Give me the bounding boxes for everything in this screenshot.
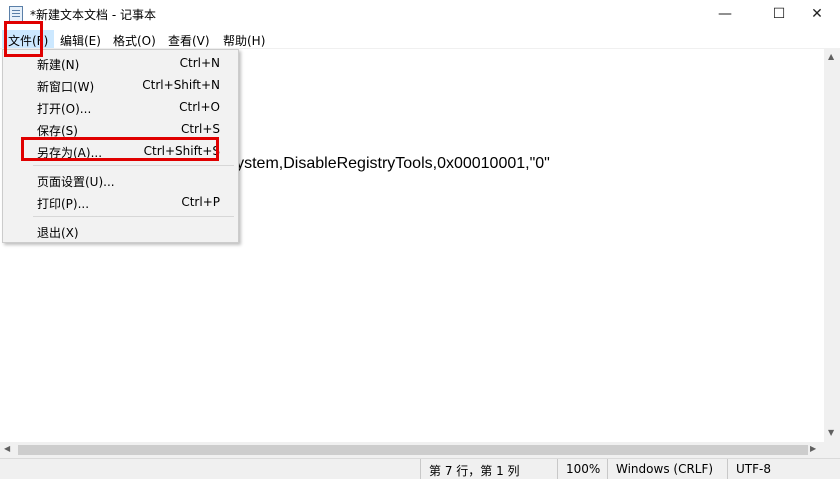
status-line-ending: Windows (CRLF) xyxy=(607,459,727,479)
horizontal-scroll-thumb[interactable] xyxy=(18,445,808,455)
menu-item-label: 退出(X) xyxy=(37,226,79,240)
menu-item-new-window[interactable]: 新窗口(W) Ctrl+Shift+N xyxy=(5,74,236,96)
menu-item-label: 新窗口(W) xyxy=(37,80,95,94)
menu-item-shortcut: Ctrl+S xyxy=(180,122,220,136)
menu-item-exit[interactable]: 退出(X) xyxy=(5,220,236,242)
close-button[interactable]: ✕ xyxy=(794,0,840,28)
menu-item-label: 打印(P)... xyxy=(37,197,90,211)
menu-help[interactable]: 帮助(H) xyxy=(217,30,271,48)
menu-item-open[interactable]: 打开(O)... Ctrl+O xyxy=(5,96,236,118)
menu-item-print[interactable]: 打印(P)... Ctrl+P xyxy=(5,191,236,213)
menu-view[interactable]: 查看(V) xyxy=(162,30,216,48)
status-zoom: 100% xyxy=(557,459,607,479)
menu-bar: 文件(F) 编辑(E) 格式(O) 查看(V) 帮助(H) xyxy=(0,28,840,48)
menu-item-shortcut: Ctrl+N xyxy=(179,56,220,70)
menu-format[interactable]: 格式(O) xyxy=(107,30,162,48)
highlight-file-menu xyxy=(4,21,43,57)
notepad-icon xyxy=(9,6,23,22)
status-encoding: UTF-8 xyxy=(727,459,840,479)
menu-item-shortcut: Ctrl+O xyxy=(179,100,220,114)
menu-item-shortcut: Ctrl+Shift+N xyxy=(142,78,220,92)
title-bar: *新建文本文档 - 记事本 — ☐ ✕ xyxy=(0,0,840,28)
minimize-button[interactable]: — xyxy=(702,0,748,28)
status-bar: 第 7 行，第 1 列 100% Windows (CRLF) UTF-8 xyxy=(0,458,840,479)
vertical-scrollbar[interactable]: ▲ ▼ xyxy=(824,48,840,442)
menu-item-label: 新建(N) xyxy=(37,58,80,72)
menu-edit[interactable]: 编辑(E) xyxy=(54,30,107,48)
scrollbar-corner xyxy=(824,442,840,458)
menu-item-page-setup[interactable]: 页面设置(U)... xyxy=(5,169,236,191)
horizontal-scrollbar[interactable]: ◀ ▶ xyxy=(0,442,824,458)
scroll-down-icon[interactable]: ▼ xyxy=(828,428,834,437)
scroll-up-icon[interactable]: ▲ xyxy=(828,52,834,61)
menu-item-label: 页面设置(U)... xyxy=(37,175,115,189)
highlight-save-as xyxy=(21,137,219,161)
menu-separator xyxy=(33,216,234,217)
scroll-right-icon[interactable]: ▶ xyxy=(810,444,816,453)
status-cursor-position: 第 7 行，第 1 列 xyxy=(420,459,557,479)
scroll-left-icon[interactable]: ◀ xyxy=(4,444,10,453)
menu-item-shortcut: Ctrl+P xyxy=(181,195,220,209)
menu-separator xyxy=(33,165,234,166)
menu-item-label: 打开(O)... xyxy=(37,102,92,116)
window-title: *新建文本文档 - 记事本 xyxy=(30,8,156,22)
